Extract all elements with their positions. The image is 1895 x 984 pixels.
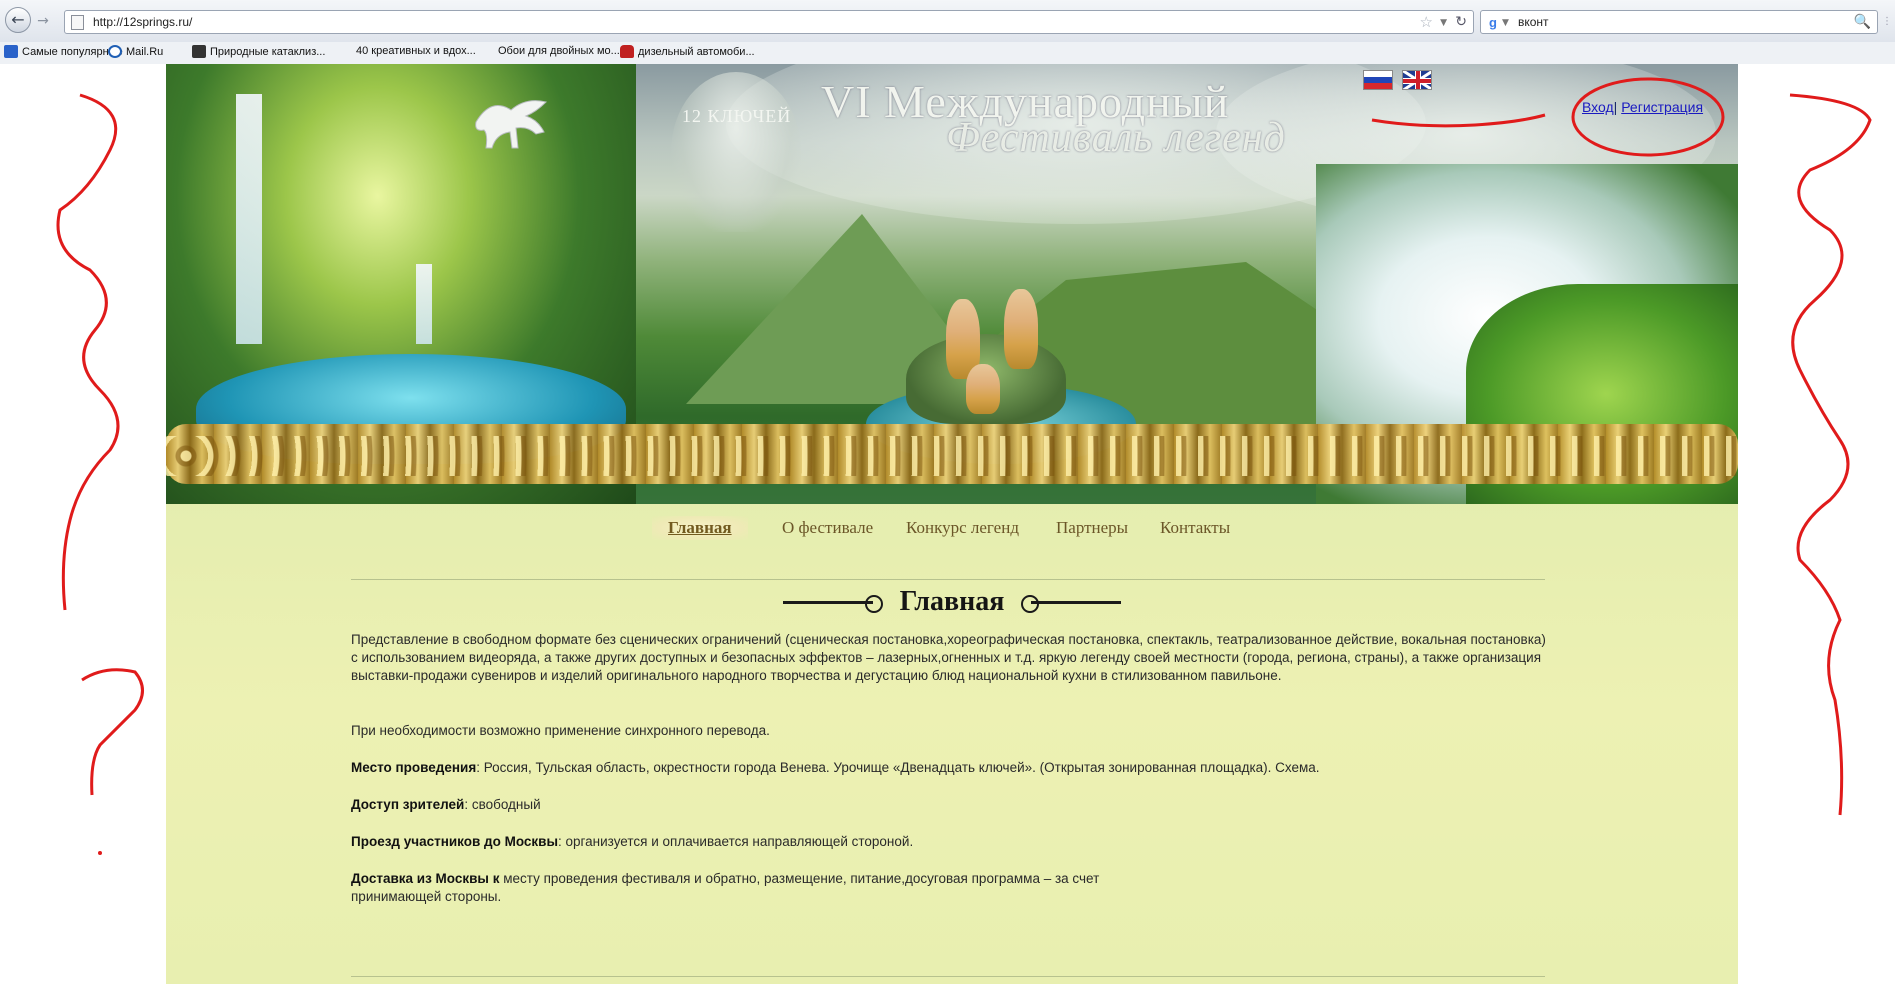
main-menu: Главная О фестивале Конкурс легенд Партн… bbox=[166, 514, 1738, 544]
firefox-bookmark-icon bbox=[4, 45, 18, 58]
reload-icon[interactable]: ↻ bbox=[1455, 13, 1467, 31]
travel-text: : организуется и оплачивается направляющ… bbox=[558, 834, 914, 849]
google-icon[interactable]: g bbox=[1485, 15, 1501, 31]
delivery-paragraph: Доставка из Москвы к месту проведения фе… bbox=[351, 870, 1231, 906]
register-link[interactable]: Регистрация bbox=[1621, 99, 1703, 115]
waterfall bbox=[236, 94, 262, 344]
heading-ornament-right bbox=[1020, 594, 1121, 613]
page-title: Главная bbox=[899, 586, 1005, 617]
mermaid-figure bbox=[1004, 289, 1038, 369]
menu-item-contacts[interactable]: Контакты bbox=[1160, 516, 1230, 540]
bookmarks-toolbar: Самые популярные Mail.Ru Природные катак… bbox=[0, 42, 1895, 64]
access-label: Доступ зрителей bbox=[351, 797, 465, 812]
travel-label: Проезд участников до Москвы bbox=[351, 834, 559, 849]
browser-chrome: ← → http://12springs.ru/ ☆ ▼ ↻ g ▼ вконт… bbox=[0, 0, 1895, 64]
login-link[interactable]: Вход bbox=[1582, 99, 1614, 115]
auth-separator: | bbox=[1613, 99, 1618, 115]
km-site-icon bbox=[192, 45, 206, 58]
divider bbox=[351, 579, 1545, 580]
back-button[interactable]: ← bbox=[5, 7, 31, 33]
bookmark-diesel-car[interactable]: дизельный автомоби... bbox=[620, 45, 755, 58]
pegasus-icon bbox=[475, 100, 547, 149]
bookmark-creative[interactable]: 40 креативных и вдох... bbox=[356, 45, 476, 57]
page-icon bbox=[71, 15, 84, 30]
delivery-text-line2: принимающей стороны. bbox=[351, 889, 502, 904]
header-banner: 12 КЛЮЧЕЙ VI Международный Фестиваль лег… bbox=[166, 64, 1738, 504]
navigation-toolbar: ← → http://12springs.ru/ ☆ ▼ ↻ g ▼ вконт… bbox=[0, 0, 1895, 42]
emblem-text: 12 КЛЮЧЕЙ bbox=[682, 106, 792, 126]
mermaid-figure bbox=[966, 364, 1000, 414]
waterfall bbox=[416, 264, 432, 344]
tree-emblem-logo bbox=[671, 72, 801, 232]
search-bar[interactable]: g ▼ вконт 🔍 bbox=[1480, 10, 1878, 34]
garland-ornament bbox=[166, 436, 1738, 476]
url-input[interactable]: http://12springs.ru/ bbox=[93, 15, 192, 29]
delivery-label: Доставка из Москвы к bbox=[351, 871, 500, 886]
mail-ru-icon bbox=[108, 45, 122, 58]
bookmark-star-icon[interactable]: ☆ bbox=[1420, 13, 1433, 31]
menu-item-partners[interactable]: Партнеры bbox=[1056, 516, 1128, 540]
translation-paragraph: При необходимости возможно применение си… bbox=[351, 723, 770, 738]
search-input[interactable]: вконт bbox=[1518, 15, 1549, 29]
forward-button[interactable]: → bbox=[32, 11, 54, 31]
venue-paragraph: Место проведения: Россия, Тульская облас… bbox=[351, 759, 1551, 777]
toolbar-resize-handle[interactable]: ⋮ bbox=[1882, 12, 1892, 32]
menu-item-contest[interactable]: Конкурс легенд bbox=[906, 516, 1019, 540]
page-heading-block: Главная bbox=[166, 584, 1738, 620]
auth-links: Вход| Регистрация bbox=[1582, 99, 1703, 115]
intro-paragraph: Представление в свободном формате без сц… bbox=[351, 632, 1546, 683]
bookmark-wallpapers[interactable]: Обои для двойных мо... bbox=[498, 45, 620, 57]
delivery-text: месту проведения фестиваля и обратно, ра… bbox=[499, 871, 1100, 886]
menu-item-about[interactable]: О фестивале bbox=[782, 516, 873, 540]
access-paragraph: Доступ зрителей: свободный bbox=[351, 796, 1551, 814]
search-magnifier-icon[interactable]: 🔍 bbox=[1854, 13, 1871, 31]
site-title-line2: Фестиваль легенд bbox=[946, 115, 1286, 161]
venue-label: Место проведения bbox=[351, 760, 477, 775]
venue-text: : Россия, Тульская область, окрестности … bbox=[476, 760, 1320, 775]
bookmark-most-visited[interactable]: Самые популярные bbox=[4, 45, 123, 58]
bookmark-mail-ru[interactable]: Mail.Ru bbox=[108, 45, 163, 58]
site-container: 12 КЛЮЧЕЙ VI Международный Фестиваль лег… bbox=[166, 64, 1738, 984]
url-history-dropdown-icon[interactable]: ▼ bbox=[1440, 14, 1447, 32]
page-viewport: 12 КЛЮЧЕЙ VI Международный Фестиваль лег… bbox=[0, 64, 1895, 984]
heading-ornament-left bbox=[783, 594, 884, 613]
bookmark-natural-disasters[interactable]: Природные катаклиз... bbox=[192, 45, 325, 58]
search-engine-dropdown-icon[interactable]: ▼ bbox=[1502, 14, 1509, 32]
travel-paragraph: Проезд участников до Москвы: организуетс… bbox=[351, 833, 1551, 851]
car-icon bbox=[620, 45, 634, 58]
menu-item-home[interactable]: Главная bbox=[652, 516, 748, 540]
divider bbox=[351, 976, 1545, 977]
flag-stripe bbox=[1403, 79, 1431, 83]
address-bar[interactable]: http://12springs.ru/ ☆ ▼ ↻ bbox=[64, 10, 1474, 34]
access-text: : свободный bbox=[464, 797, 541, 812]
uk-flag-icon[interactable] bbox=[1402, 70, 1432, 90]
russia-flag-icon[interactable] bbox=[1363, 70, 1393, 90]
